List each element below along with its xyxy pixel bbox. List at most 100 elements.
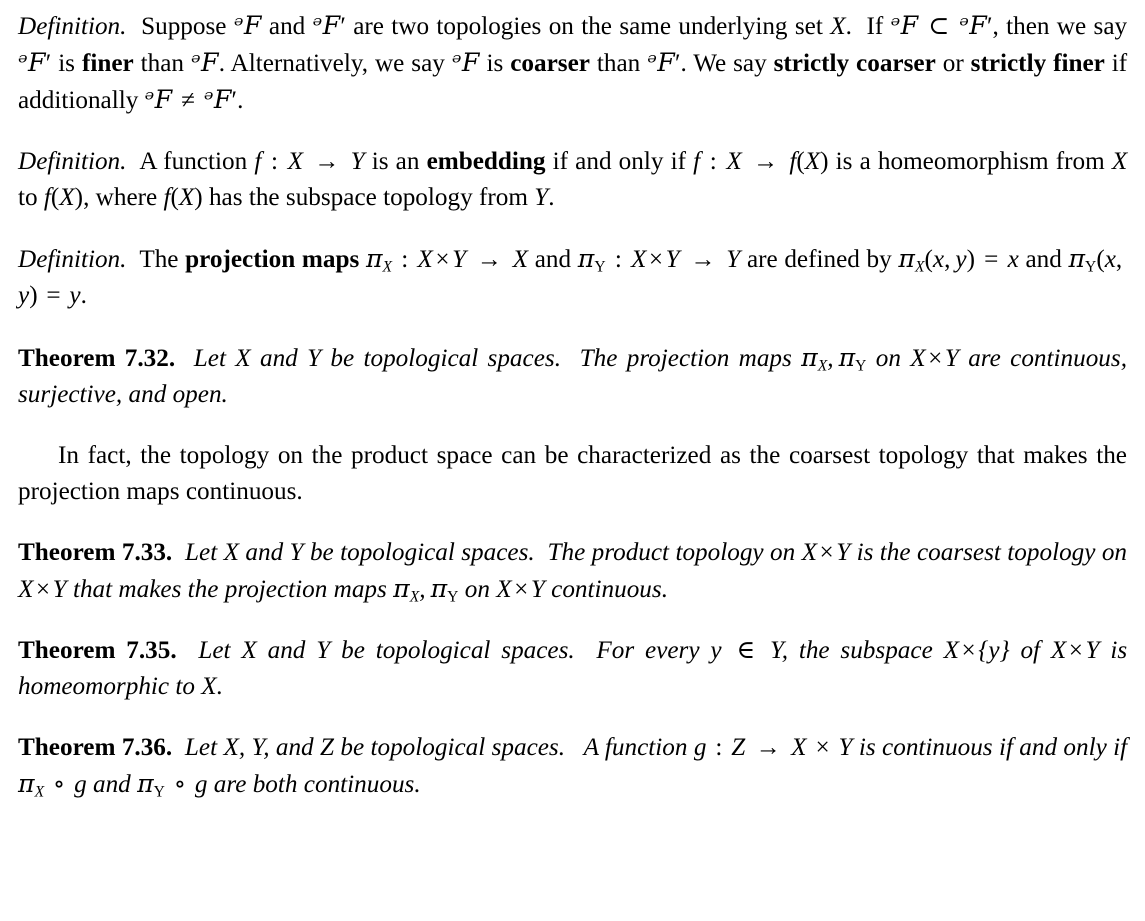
variable-y: Y [251,734,264,762]
variable-x: X [235,344,251,372]
script-t-symbol: ᵊF [451,48,480,77]
theorem-7-35: Theorem 7.35. Let X and Y be topological… [18,633,1127,705]
variable-x-lower: x [932,246,945,274]
variable-y-lower: y [955,246,967,274]
variable-z: Z [320,734,335,762]
variable-x: X [804,148,821,176]
variable-z: Z [731,734,746,762]
prime-symbol: ′ [45,50,52,77]
script-t-symbol: ᵊF [890,11,919,40]
equals-symbol: = [46,282,61,310]
variable-y-lower: y [710,637,722,665]
variable-x-lower: x [1007,246,1019,274]
theorem-7-32: Theorem 7.32. Let X and Y be topological… [18,340,1127,413]
variable-f: f [789,148,797,176]
pi-x-symbol: πX [18,769,45,801]
times-symbol: × [648,246,664,274]
arrow-symbol: → [752,148,779,176]
variable-x: X [223,734,239,762]
times-symbol: × [815,734,830,762]
variable-y: Y [769,637,782,665]
colon-symbol: : [401,246,409,274]
pi-y-symbol: πY [137,769,165,801]
variable-x: X [801,538,817,566]
times-symbol: × [819,538,834,566]
prime-symbol: ′ [674,50,681,77]
variable-x: X [726,148,742,176]
not-equal-symbol: ≠ [181,87,195,114]
theorem-7-36: Theorem 7.36. Let X, Y, and Z be topolog… [18,730,1127,803]
script-t-symbol: ᵊF [233,11,262,40]
composition-symbol: ∘ [52,771,66,799]
variable-x: X [496,575,512,603]
variable-x: X [791,734,807,762]
variable-y-lower: y [18,282,30,310]
arrow-symbol: → [476,246,502,274]
definition-body: A function f : X → Y is an embedding if … [18,148,1128,212]
definition-label: Definition. [18,13,127,40]
variable-f: f [693,148,701,176]
prime-symbol: ′ [340,13,346,40]
pi-y-symbol: πY [430,573,459,606]
theorem-label: Theorem 7.36. [18,734,173,762]
subset-symbol: ⊂ [928,13,950,40]
theorem-label: Theorem 7.32. [18,344,176,372]
arrow-symbol: → [755,734,781,762]
term-coarser: coarser [510,50,590,77]
variable-x: X [1050,637,1067,665]
variable-y: Y [350,148,365,176]
variable-g: g [74,771,87,799]
variable-y: Y [307,344,322,372]
variable-g: g [693,734,707,762]
term-projection-maps: projection maps [185,246,360,274]
variable-x: X [512,246,529,274]
variable-x: X [631,246,647,274]
prime-symbol: ′ [231,87,238,114]
variable-y: Y [836,538,851,566]
variable-x: X [201,673,217,701]
variable-x: X [178,184,195,212]
arrow-symbol: → [314,148,340,176]
pi-x-symbol: πX [365,244,393,276]
document-page: Definition. Suppose ᵊF and ᵊF′ are two t… [0,0,1145,921]
script-t-symbol: ᵊF [190,48,219,77]
variable-y: Y [530,575,545,603]
theorem-label: Theorem 7.35. [18,637,177,665]
times-symbol: × [928,344,943,372]
theorem-7-33: Theorem 7.33. Let X and Y be topological… [18,535,1127,608]
definition-body: Suppose ᵊF and ᵊF′ are two topologies on… [18,11,1128,114]
script-t-symbol: ᵊF [18,48,46,77]
arrow-symbol: → [690,246,716,274]
times-symbol: × [35,575,51,603]
colon-symbol: : [270,148,278,176]
variable-y: Y [289,538,304,566]
pi-y-symbol: πY [577,244,606,276]
brace-close: } [999,637,1010,665]
theorem-label: Theorem 7.33. [18,538,173,566]
variable-f: f [163,184,171,212]
script-t-symbol: ᵊF [647,48,675,77]
term-strictly-coarser: strictly coarser [773,50,936,77]
variable-x: X [241,637,257,665]
variable-y: Y [1085,637,1100,665]
paragraph-text: In fact, the topology on the product spa… [18,441,1127,505]
variable-x-lower: x [1104,246,1116,274]
times-symbol: × [961,637,976,665]
variable-y-lower: y [988,637,1000,665]
script-t-symbol: ᵊF [144,85,173,114]
script-t-symbol: ᵊF [203,85,232,114]
colon-symbol: : [614,246,622,274]
variable-f: f [43,184,51,212]
variable-y: Y [316,637,331,665]
times-symbol: × [514,575,529,603]
theorem-body: Let X, Y, and Z be topological spaces. A… [18,734,1128,801]
times-symbol: × [1068,637,1083,665]
definition-projection-maps: Definition. The projection maps πX : X×Y… [18,241,1127,314]
definition-label: Definition. [18,148,127,176]
variable-x: X [830,13,846,40]
variable-x: X [223,538,239,566]
pi-x-symbol: πX [801,342,828,374]
variable-x: X [943,637,959,665]
pi-y-symbol: πY [838,342,867,374]
colon-symbol: : [709,148,717,176]
